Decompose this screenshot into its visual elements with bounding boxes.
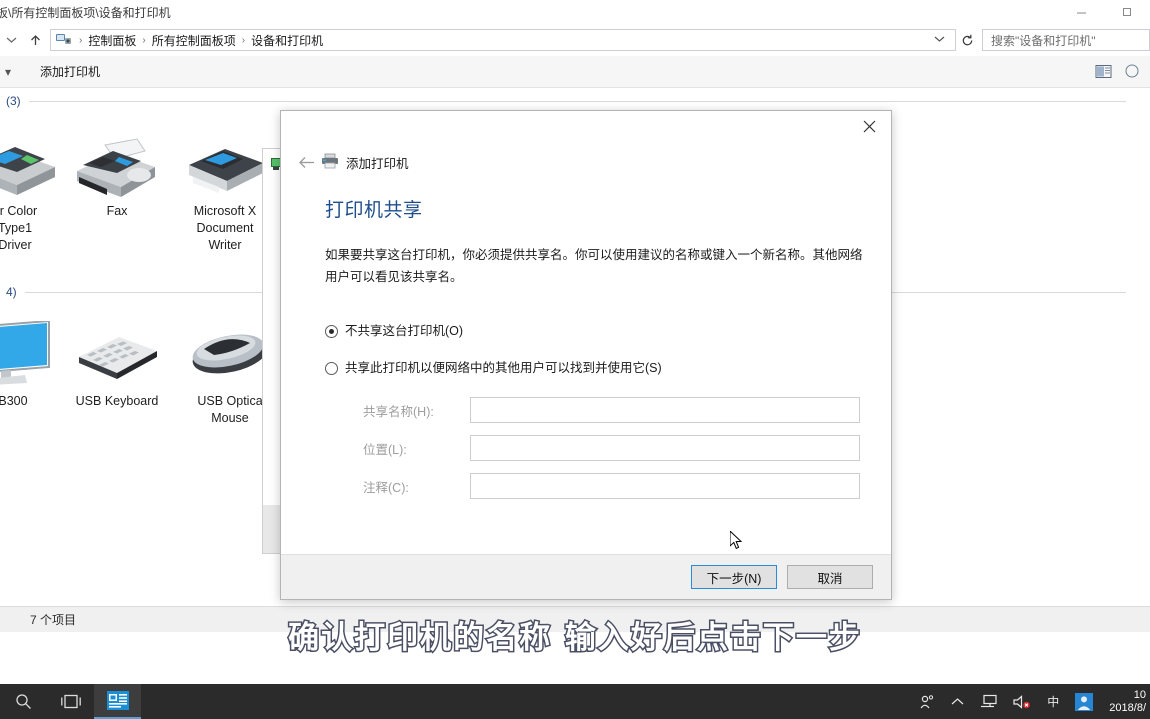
printer-icon <box>321 153 339 171</box>
help-icon[interactable] <box>1120 60 1144 82</box>
recent-locations-icon[interactable] <box>0 36 22 44</box>
group-header-label: 4) <box>6 285 17 299</box>
radio-button-indicator[interactable] <box>325 362 338 375</box>
breadcrumb-item-0[interactable]: 控制面板 <box>85 32 139 49</box>
close-button[interactable] <box>847 111 891 141</box>
radio-label: 共享此打印机以便网络中的其他用户可以找到并使用它(S) <box>345 361 662 375</box>
volume-muted-icon[interactable] <box>1005 684 1039 719</box>
printer-icon <box>0 121 70 197</box>
device-label: USB Keyboard <box>75 394 159 408</box>
add-printer-button[interactable]: 添加打印机 <box>30 63 110 80</box>
back-arrow-icon[interactable] <box>293 149 319 175</box>
breadcrumb-sep: › <box>79 34 83 46</box>
up-button[interactable] <box>22 34 48 47</box>
field-label: 共享名称(H): <box>363 404 434 419</box>
organize-icon[interactable]: ▾ <box>0 65 16 79</box>
refresh-button[interactable] <box>956 29 978 51</box>
window-controls <box>1058 0 1150 24</box>
search-input[interactable]: 搜索"设备和打印机" <box>982 29 1150 51</box>
device-item[interactable]: B300 <box>0 311 68 410</box>
device-item[interactable]: Fax <box>62 121 172 220</box>
group-divider <box>28 100 1126 102</box>
taskbar: 中 10 2018/8/ <box>0 684 1150 719</box>
task-view-icon[interactable] <box>47 684 94 719</box>
cancel-button[interactable]: 取消 <box>787 565 873 589</box>
field-comment: 注释(C): <box>325 473 871 499</box>
taskbar-clock[interactable]: 10 2018/8/ <box>1101 689 1150 715</box>
add-printer-dialog: 添加打印机 打印机共享 如果要共享这台打印机，你必须提供共享名。你可以使用建议的… <box>280 110 892 600</box>
field-share-name: 共享名称(H): <box>325 397 871 423</box>
breadcrumb-item-2[interactable]: 设备和打印机 <box>248 32 326 49</box>
search-placeholder: 搜索"设备和打印机" <box>991 33 1096 48</box>
fax-icon <box>62 121 172 197</box>
page-description: 如果要共享这台打印机，你必须提供共享名。你可以使用建议的名称或键入一个新名称。其… <box>325 248 863 284</box>
radio-label: 不共享这台打印机(O) <box>345 324 464 338</box>
next-button[interactable]: 下一步(N) <box>691 565 777 589</box>
device-label: B300 <box>0 394 28 408</box>
navigation-bar: › 控制面板 › 所有控制面板项 › 设备和打印机 搜索"设备和打印机" <box>0 24 1150 56</box>
breadcrumb-dropdown-icon[interactable] <box>932 34 951 46</box>
share-name-input[interactable] <box>470 397 860 423</box>
maximize-button[interactable] <box>1104 0 1150 24</box>
clock-time: 10 <box>1133 688 1146 701</box>
group-header-printers: (3) <box>6 94 1126 108</box>
system-tray: 中 10 2018/8/ <box>911 684 1150 719</box>
window-title: 板\所有控制面板项\设备和打印机 <box>0 6 171 20</box>
radio-do-not-share[interactable]: 不共享这台打印机(O) <box>325 324 871 339</box>
people-icon[interactable] <box>911 684 943 719</box>
clock-date: 2018/8/ <box>1109 701 1146 714</box>
device-label: er Color Type1 Driver <box>0 204 38 252</box>
taskbar-item-control-panel[interactable] <box>94 684 141 719</box>
chevron-up-icon[interactable] <box>943 684 972 719</box>
device-item[interactable]: USB Keyboard <box>62 311 172 410</box>
device-label: Fax <box>106 204 128 218</box>
view-pane-icon[interactable] <box>1092 60 1116 82</box>
device-item[interactable]: er Color Type1 Driver <box>0 121 70 254</box>
keyboard-icon <box>62 311 172 387</box>
dialog-header: 添加打印机 <box>293 149 409 175</box>
toolbar-right-group <box>1092 60 1144 82</box>
page-title: 打印机共享 <box>325 200 423 221</box>
network-icon[interactable] <box>972 684 1005 719</box>
screen: 板\所有控制面板项\设备和打印机 › 控制面板 › 所有控制面板项 › 设备和打… <box>0 0 1150 719</box>
video-caption: 确认打印机的名称 输入好后点击下一步 <box>287 619 862 658</box>
field-location: 位置(L): <box>325 435 871 461</box>
comment-input[interactable] <box>470 473 860 499</box>
control-panel-icon <box>55 32 73 48</box>
field-label: 注释(C): <box>363 480 409 495</box>
dialog-body: 打印机共享 如果要共享这台打印机，你必须提供共享名。你可以使用建议的名称或键入一… <box>325 195 871 499</box>
dialog-footer: 下一步(N) 取消 <box>281 554 891 599</box>
dialog-header-title: 添加打印机 <box>346 156 409 171</box>
radio-share[interactable]: 共享此打印机以便网络中的其他用户可以找到并使用它(S) <box>325 361 871 376</box>
group-header-label: (3) <box>6 94 21 108</box>
ime-indicator[interactable]: 中 <box>1039 684 1067 719</box>
breadcrumb-sep: › <box>241 34 246 46</box>
minimize-button[interactable] <box>1058 0 1104 24</box>
mouse-cursor <box>729 529 744 551</box>
radio-button-indicator[interactable] <box>325 325 338 338</box>
monitor-icon <box>0 311 68 387</box>
breadcrumb[interactable]: › 控制面板 › 所有控制面板项 › 设备和打印机 <box>50 29 956 51</box>
command-toolbar: ▾ 添加打印机 <box>0 56 1150 88</box>
field-label: 位置(L): <box>363 442 407 457</box>
user-account-icon[interactable] <box>1067 684 1101 719</box>
breadcrumb-sep: › <box>142 34 146 46</box>
search-icon[interactable] <box>0 684 47 719</box>
window-titlebar: 板\所有控制面板项\设备和打印机 <box>0 0 1150 24</box>
location-input[interactable] <box>470 435 860 461</box>
breadcrumb-item-1[interactable]: 所有控制面板项 <box>149 32 239 49</box>
